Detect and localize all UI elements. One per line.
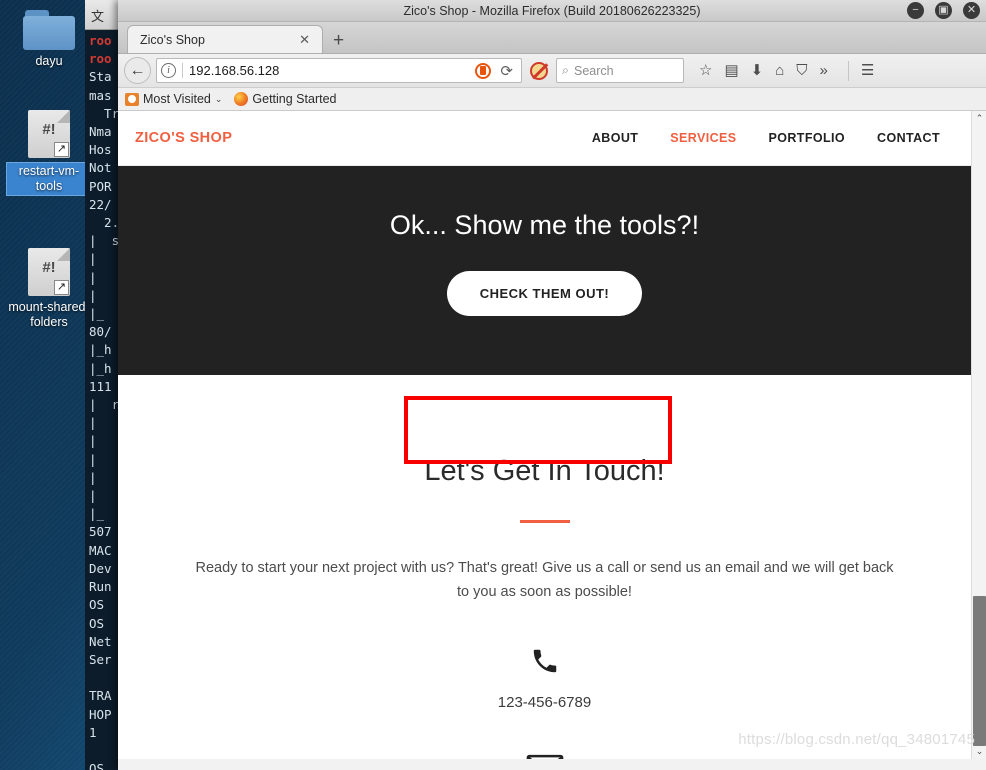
reload-icon[interactable]: ⟳	[496, 62, 517, 80]
folder-icon	[23, 10, 75, 50]
tab-strip: Zico's Shop ✕ +	[118, 22, 986, 54]
desktop-icon-mount-shared-folders[interactable]: #! ↗ mount-shared-folders	[6, 248, 92, 330]
url-text: 192.168.56.128	[189, 63, 280, 78]
address-bar[interactable]: i 192.168.56.128 ⟳	[156, 58, 522, 83]
symlink-arrow-icon: ↗	[54, 142, 69, 157]
nav-link-portfolio[interactable]: PORTFOLIO	[769, 131, 846, 145]
terminal-title: 文	[91, 9, 105, 24]
section-divider	[519, 520, 570, 523]
search-placeholder: Search	[574, 63, 614, 78]
desktop-icon-restart-vm-tools[interactable]: #! ↗ restart-vm-tools	[6, 110, 92, 196]
page-viewport: ZICO'S SHOP ABOUT SERVICES PORTFOLIO CON…	[118, 111, 986, 759]
check-them-out-button[interactable]: CHECK THEM OUT!	[446, 271, 643, 316]
shell-script-icon: #! ↗	[28, 110, 70, 158]
web-page: ZICO'S SHOP ABOUT SERVICES PORTFOLIO CON…	[118, 111, 971, 759]
search-icon: ⌕	[562, 63, 570, 77]
most-visited-icon	[125, 92, 139, 106]
scrollbar-thumb[interactable]	[973, 596, 986, 746]
search-bar[interactable]: ⌕ Search	[556, 58, 684, 83]
watermark: https://blog.csdn.net/qq_34801745	[738, 731, 975, 748]
nav-link-about[interactable]: ABOUT	[592, 131, 638, 145]
desktop-icon-label: restart-vm-tools	[6, 162, 92, 196]
reader-mode-icon[interactable]	[475, 62, 492, 79]
shebang-glyph: #!	[42, 121, 56, 138]
hamburger-menu-icon[interactable]: ☰	[861, 63, 874, 78]
bookmark-getting-started[interactable]: Getting Started	[234, 92, 336, 106]
hero-section: Ok... Show me the tools?! CHECK THEM OUT…	[118, 166, 971, 375]
phone-number[interactable]: 123-456-6789	[118, 694, 971, 711]
envelope-icon	[118, 753, 971, 759]
toolbar-icon-group: ☆ ▤ ⬇ ⌂ ⛉ » ☰	[699, 60, 874, 81]
maximize-icon[interactable]: ▣	[935, 2, 952, 19]
site-brand[interactable]: ZICO'S SHOP	[135, 130, 232, 146]
page-info-icon[interactable]: i	[161, 63, 176, 78]
firefox-icon	[234, 92, 249, 106]
site-navbar: ZICO'S SHOP ABOUT SERVICES PORTFOLIO CON…	[118, 111, 971, 166]
phone-icon	[118, 646, 971, 682]
page-scrollbar[interactable]: ⌃ ⌄	[971, 111, 986, 759]
symlink-arrow-icon: ↗	[54, 280, 69, 295]
noscript-icon[interactable]	[530, 61, 548, 80]
chevron-down-icon: ⌄	[214, 93, 223, 104]
pocket-icon[interactable]: ⛉	[796, 63, 807, 78]
hero-heading: Ok... Show me the tools?!	[389, 210, 700, 240]
contact-heading: Let's Get In Touch!	[424, 455, 665, 487]
window-title: Zico's Shop - Mozilla Firefox (Build 201…	[403, 3, 701, 18]
tab-close-icon[interactable]: ✕	[295, 32, 314, 48]
close-icon[interactable]: ✕	[963, 2, 980, 19]
downloads-icon[interactable]: ⬇	[751, 63, 764, 78]
nav-link-services[interactable]: SERVICES	[670, 131, 736, 145]
scroll-up-icon[interactable]: ⌃	[972, 111, 986, 126]
contact-body-text: Ready to start your next project with us…	[195, 560, 894, 600]
bookmarks-bar: Most Visited ⌄ Getting Started	[118, 88, 986, 111]
desktop-icon-label: dayu	[35, 54, 63, 68]
contact-section: Let's Get In Touch! Ready to start your …	[118, 375, 971, 759]
bookmark-star-icon[interactable]: ☆	[699, 63, 712, 78]
library-icon[interactable]: ▤	[724, 63, 738, 78]
browser-tab[interactable]: Zico's Shop ✕	[127, 25, 323, 53]
desktop-icon-label: mount-shared-folders	[8, 300, 90, 329]
minimize-icon[interactable]: −	[907, 2, 924, 19]
overflow-icon[interactable]: »	[820, 63, 828, 78]
window-titlebar[interactable]: Zico's Shop - Mozilla Firefox (Build 201…	[118, 0, 986, 22]
shell-script-icon: #! ↗	[28, 248, 70, 296]
nav-link-contact[interactable]: CONTACT	[877, 131, 940, 145]
bookmark-label: Most Visited	[143, 92, 211, 106]
firefox-window[interactable]: Zico's Shop - Mozilla Firefox (Build 201…	[118, 0, 986, 770]
navigation-toolbar: ← i 192.168.56.128 ⟳ ⌕ Search ☆ ▤ ⬇ ⌂ ⛉ …	[118, 54, 986, 88]
bookmark-label: Getting Started	[252, 92, 337, 106]
bookmark-most-visited[interactable]: Most Visited ⌄	[125, 92, 222, 106]
back-button[interactable]: ←	[124, 57, 151, 84]
home-icon[interactable]: ⌂	[775, 63, 784, 78]
tab-title: Zico's Shop	[140, 32, 205, 47]
shebang-glyph: #!	[42, 259, 56, 276]
desktop-icon-dayu[interactable]: dayu	[6, 10, 92, 69]
site-nav-links: ABOUT SERVICES PORTFOLIO CONTACT	[592, 131, 954, 145]
new-tab-button[interactable]: +	[323, 31, 354, 53]
